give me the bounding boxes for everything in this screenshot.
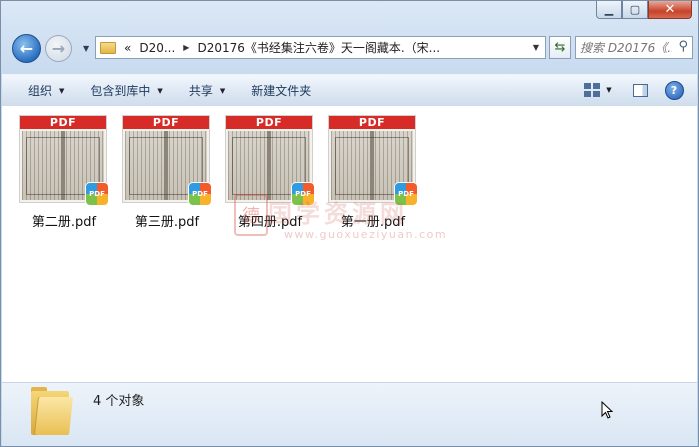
maximize-icon: ▢: [629, 3, 641, 16]
details-pane: 4 个对象: [2, 383, 697, 446]
close-icon: ✕: [664, 2, 676, 17]
file-item[interactable]: PDF PDF 第四册.pdf: [226, 116, 316, 234]
file-name[interactable]: 第三册.pdf: [117, 211, 217, 230]
address-dropdown-icon[interactable]: ▼: [533, 43, 539, 52]
maximize-button[interactable]: ▢: [622, 1, 648, 19]
new-folder-label: 新建文件夹: [251, 84, 312, 98]
chevron-down-icon: ▼: [59, 86, 65, 95]
back-button[interactable]: ←: [12, 34, 41, 63]
share-label: 共享: [188, 84, 213, 98]
close-button[interactable]: ✕: [648, 1, 692, 19]
minimize-icon: ▁: [604, 3, 614, 16]
item-count: 4 个对象: [93, 394, 145, 409]
file-item[interactable]: PDF PDF 第二册.pdf: [20, 116, 110, 234]
file-name[interactable]: 第一册.pdf: [323, 211, 423, 230]
navigation-bar: ← → ▼ « D20... ▶ D20176《书经集注六卷》天一阁藏本.（宋.…: [9, 33, 693, 65]
pdf-app-icon: PDF: [86, 183, 108, 205]
refresh-icon: ⇆: [554, 40, 566, 55]
search-box[interactable]: ⚲: [575, 36, 693, 59]
folder-icon: [29, 387, 73, 435]
pdf-app-icon: PDF: [189, 183, 211, 205]
include-in-library-button[interactable]: 包含到库中 ▼: [77, 79, 175, 103]
mouse-cursor-icon: [601, 401, 613, 419]
file-item[interactable]: PDF PDF 第三册.pdf: [123, 116, 213, 234]
breadcrumb-overflow[interactable]: «: [124, 41, 131, 55]
include-in-library-label: 包含到库中: [90, 84, 151, 98]
toolbar-right-group: ▼ ?: [573, 79, 685, 101]
folder-icon: [100, 41, 116, 54]
search-icon[interactable]: ⚲: [678, 39, 688, 54]
view-options-dropdown[interactable]: ▼: [603, 79, 615, 101]
address-bar[interactable]: « D20... ▶ D20176《书经集注六卷》天一阁藏本.（宋... ▼: [95, 36, 546, 59]
pdf-band-label: PDF: [20, 116, 106, 129]
share-button[interactable]: 共享 ▼: [176, 79, 238, 103]
file-name[interactable]: 第四册.pdf: [220, 211, 320, 230]
file-item[interactable]: PDF PDF 第一册.pdf: [329, 116, 419, 234]
help-button[interactable]: ?: [663, 79, 685, 101]
pdf-band-label: PDF: [226, 116, 312, 129]
pdf-app-icon: PDF: [292, 183, 314, 205]
file-name[interactable]: 第二册.pdf: [14, 211, 114, 230]
pdf-app-icon: PDF: [395, 183, 417, 205]
explorer-window: ▁ ▢ ✕ ← → ▼ « D20... ▶ D20176《书经集注六卷》天一阁…: [0, 0, 699, 447]
chevron-down-icon: ▼: [606, 86, 612, 94]
pdf-band-label: PDF: [123, 116, 209, 129]
recent-pages-dropdown[interactable]: ▼: [83, 44, 89, 53]
minimize-button[interactable]: ▁: [596, 1, 622, 19]
chevron-down-icon: ▼: [157, 86, 163, 95]
breadcrumb-separator-icon[interactable]: ▶: [183, 43, 189, 52]
pdf-band-label: PDF: [329, 116, 415, 129]
help-icon: ?: [664, 80, 684, 100]
file-list-pane[interactable]: PDF PDF 第二册.pdf PDF PDF 第三册.pdf PDF PDF …: [2, 106, 697, 383]
breadcrumb-item-parent[interactable]: D20...: [139, 41, 175, 55]
search-input[interactable]: [580, 40, 672, 55]
back-arrow-icon: ←: [19, 39, 34, 58]
preview-pane-button[interactable]: [629, 79, 651, 101]
forward-button[interactable]: →: [45, 35, 72, 62]
change-view-button[interactable]: [581, 79, 603, 101]
forward-arrow-icon: →: [51, 39, 66, 58]
new-folder-button[interactable]: 新建文件夹: [238, 79, 324, 103]
organize-menu-button[interactable]: 组织 ▼: [15, 79, 77, 103]
breadcrumb-item-current[interactable]: D20176《书经集注六卷》天一阁藏本.（宋...: [197, 39, 440, 56]
organize-label: 组织: [28, 84, 53, 98]
preview-pane-icon: [632, 83, 648, 97]
refresh-button[interactable]: ⇆: [549, 36, 571, 59]
command-bar: 组织 ▼ 包含到库中 ▼ 共享 ▼ 新建文件夹 ▼ ?: [2, 74, 697, 107]
view-icon: [584, 83, 600, 97]
chevron-down-icon: ▼: [219, 86, 226, 95]
caption-buttons: ▁ ▢ ✕: [596, 1, 692, 19]
